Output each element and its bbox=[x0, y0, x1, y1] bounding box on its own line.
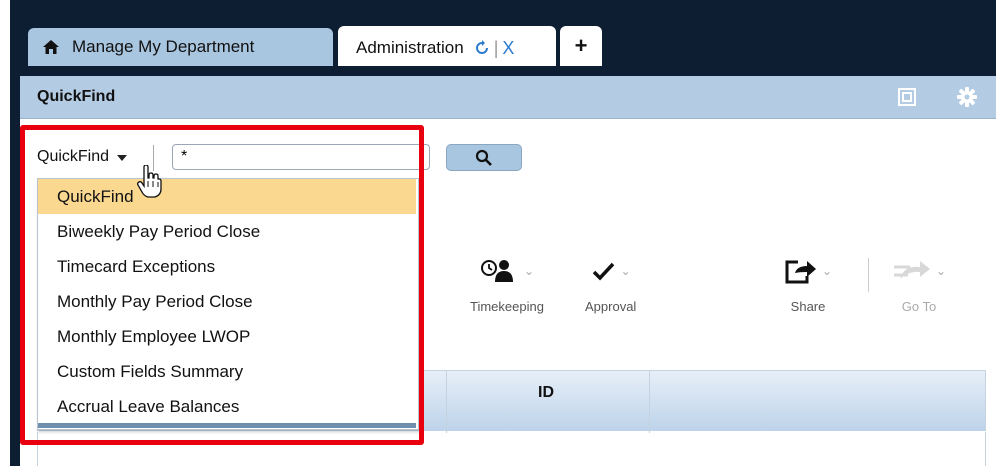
add-tab-button[interactable]: + bbox=[560, 26, 602, 66]
chevron-down-icon bbox=[117, 155, 128, 161]
quickfind-type-label: QuickFind bbox=[37, 148, 110, 165]
share-label: Share bbox=[790, 299, 826, 314]
approval-button[interactable]: ⌄ Approval bbox=[585, 255, 636, 314]
tab-administration[interactable]: Administration | X bbox=[338, 26, 556, 70]
clock-person-icon bbox=[480, 260, 513, 282]
hand-cursor-icon bbox=[137, 165, 162, 198]
grid-column-divider bbox=[446, 371, 447, 433]
panel-title: QuickFind bbox=[37, 88, 116, 105]
goto-label: Go To bbox=[901, 299, 937, 314]
dropdown-item-monthly-pay-period-close[interactable]: Monthly Pay Period Close bbox=[38, 284, 416, 319]
maximize-icon[interactable] bbox=[896, 86, 918, 108]
quickfind-type-select[interactable]: QuickFind bbox=[37, 148, 128, 166]
goto-button[interactable]: ⌄ Go To bbox=[892, 255, 946, 314]
results-grid-body bbox=[37, 432, 986, 466]
refresh-icon[interactable] bbox=[474, 40, 490, 56]
checkmark-icon bbox=[592, 262, 614, 281]
tab-label: Manage My Department bbox=[72, 37, 255, 56]
quickfind-dropdown-menu: QuickFind Biweekly Pay Period Close Time… bbox=[37, 178, 419, 430]
dropdown-item-accrual-leave-balances[interactable]: Accrual Leave Balances bbox=[38, 389, 416, 424]
dropdown-item-timecard-exceptions[interactable]: Timecard Exceptions bbox=[38, 249, 416, 284]
toolbar-divider bbox=[868, 258, 869, 292]
timekeeping-button[interactable]: ⌄ Timekeeping bbox=[470, 255, 544, 314]
dropdown-item-biweekly-pay-period-close[interactable]: Biweekly Pay Period Close bbox=[38, 214, 416, 249]
approval-label: Approval bbox=[585, 299, 637, 314]
search-button[interactable] bbox=[446, 144, 522, 171]
tab-bar: Manage My Department Administration | X … bbox=[0, 0, 996, 70]
gear-icon[interactable] bbox=[956, 86, 978, 108]
panel-header: QuickFind bbox=[20, 76, 996, 119]
tab-manage-my-department[interactable]: Manage My Department bbox=[28, 28, 333, 66]
grid-header-id[interactable]: ID bbox=[538, 384, 554, 402]
share-button[interactable]: ⌄ Share bbox=[784, 255, 832, 314]
timekeeping-label: Timekeeping bbox=[470, 299, 544, 314]
chevron-down-icon: ⌄ bbox=[620, 264, 631, 278]
tab-control-separator: | bbox=[493, 37, 499, 58]
grid-column-divider bbox=[649, 371, 650, 433]
dropdown-footer-bar bbox=[38, 423, 416, 428]
dropdown-item-custom-fields-summary[interactable]: Custom Fields Summary bbox=[38, 354, 416, 389]
share-icon bbox=[785, 260, 816, 284]
close-icon[interactable]: X bbox=[502, 38, 514, 59]
tab-label: Administration bbox=[356, 38, 464, 57]
chevron-down-icon: ⌄ bbox=[936, 264, 947, 278]
search-icon bbox=[475, 149, 492, 166]
chevron-down-icon: ⌄ bbox=[523, 264, 534, 278]
dropdown-item-monthly-employee-lwop[interactable]: Monthly Employee LWOP bbox=[38, 319, 416, 354]
dropdown-item-quickfind[interactable]: QuickFind bbox=[38, 179, 416, 214]
home-icon bbox=[43, 40, 59, 54]
goto-arrow-icon bbox=[894, 261, 930, 279]
chevron-down-icon: ⌄ bbox=[822, 264, 833, 278]
search-input[interactable] bbox=[172, 144, 430, 170]
